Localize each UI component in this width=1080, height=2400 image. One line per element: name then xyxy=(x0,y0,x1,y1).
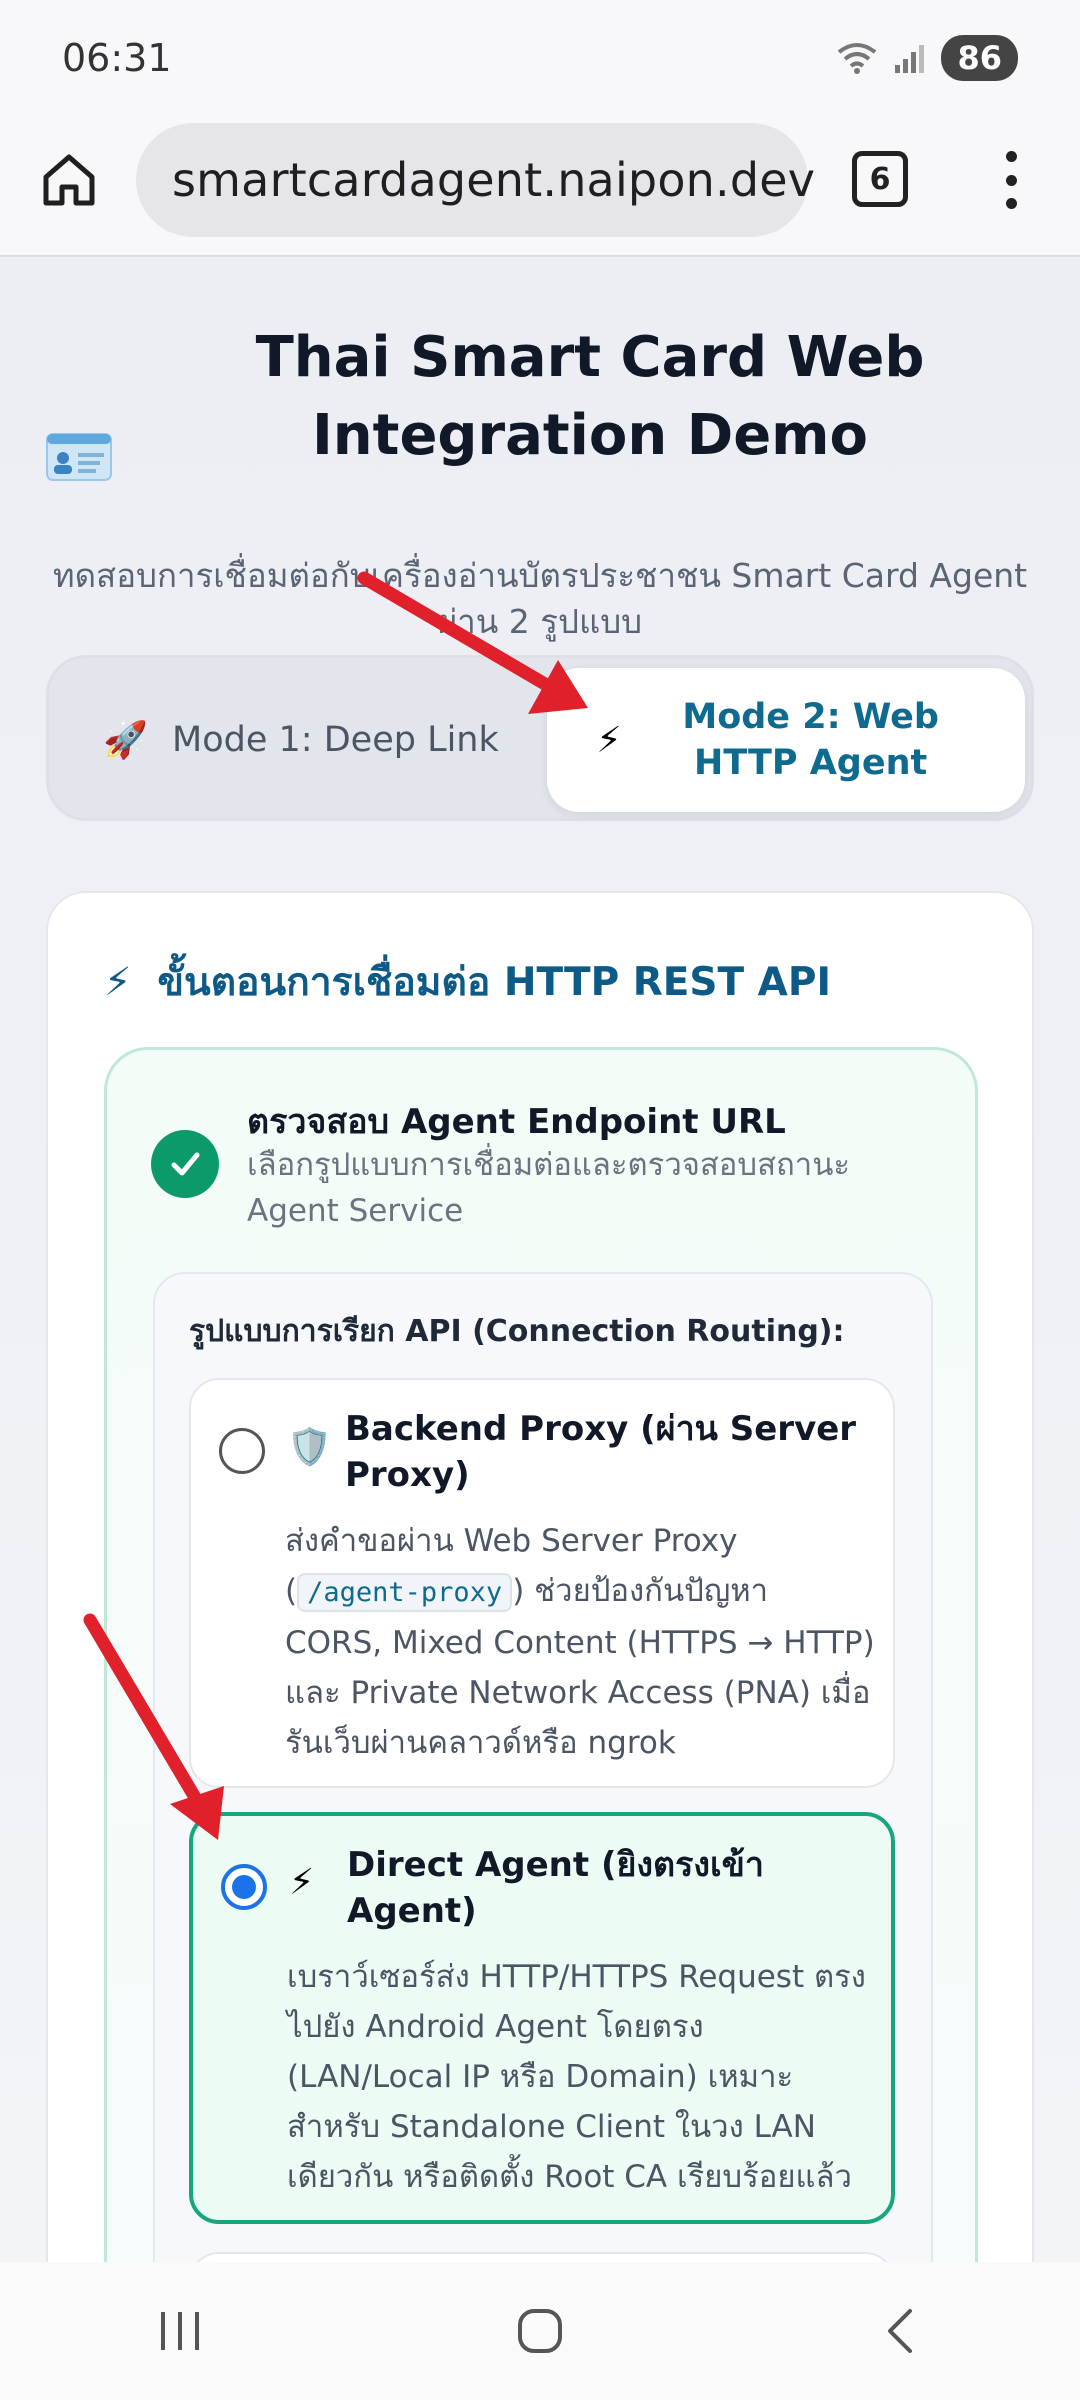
code-chip: /agent-proxy xyxy=(297,1573,513,1612)
more-menu-button[interactable] xyxy=(990,145,1032,215)
lightning-icon: ⚡ xyxy=(104,959,132,1005)
step-description: เลือกรูปแบบการเชื่อมต่อและตรวจสอบสถานะ A… xyxy=(247,1147,851,1229)
page-title: Thai Smart Card Web Integration Demo xyxy=(255,325,925,468)
option-backend-proxy[interactable]: 🛡️ Backend Proxy (ผ่าน Server Proxy) ส่ง… xyxy=(189,1378,895,1788)
status-bar: 06:31 86 xyxy=(0,0,1080,115)
status-time: 06:31 xyxy=(62,35,172,80)
browser-toolbar: smartcardagent.naipon.dev 6 xyxy=(0,115,1080,257)
dot-icon xyxy=(1005,151,1017,162)
option-description: เบราว์เซอร์ส่ง HTTP/HTTPS Request ตรงไปย… xyxy=(287,1959,866,2195)
option-next-partial[interactable] xyxy=(189,2252,895,2262)
option-title: Direct Agent (ยิงตรงเข้า Agent) xyxy=(347,1845,764,1931)
page-subtitle: ทดสอบการเชื่อมต่อกับเครื่องอ่านบัตรประชา… xyxy=(52,556,1028,641)
mode-tabs: 🚀 Mode 1: Deep Link ⚡ Mode 2: Web HTTP A… xyxy=(46,655,1034,821)
recent-apps-icon xyxy=(161,2312,199,2350)
card-heading: ⚡ ขั้นตอนการเชื่อมต่อ HTTP REST API xyxy=(104,951,831,1013)
option-description: ส่งคำขอผ่าน Web Server Proxy (/agent-pro… xyxy=(285,1516,875,1768)
system-navigation-bar xyxy=(0,2262,1080,2400)
radio-backend-proxy[interactable] xyxy=(219,1428,265,1474)
address-bar[interactable]: smartcardagent.naipon.dev xyxy=(136,123,815,237)
tab-switcher-button[interactable]: 6 xyxy=(852,151,908,207)
option-direct-agent[interactable]: ⚡ Direct Agent (ยิงตรงเข้า Agent) เบราว์… xyxy=(189,1812,895,2224)
dot-icon xyxy=(1005,198,1017,209)
home-circle-icon xyxy=(518,2309,562,2353)
rocket-icon: 🚀 xyxy=(103,720,149,761)
url-text: smartcardagent.naipon.dev xyxy=(172,153,816,207)
status-icons: 86 xyxy=(835,34,1018,81)
home-nav-button[interactable] xyxy=(490,2301,590,2361)
routing-label: รูปแบบการเรียก API (Connection Routing): xyxy=(189,1314,845,1349)
routing-options: รูปแบบการเรียก API (Connection Routing):… xyxy=(153,1272,933,2262)
tab-label: Mode 2: Web HTTP Agent xyxy=(682,697,939,783)
card-heading-text: ขั้นตอนการเชื่อมต่อ HTTP REST API xyxy=(157,960,831,1005)
step-title: ตรวจสอบ Agent Endpoint URL xyxy=(247,1102,786,1142)
check-icon xyxy=(151,1130,219,1198)
tab-mode-1-deep-link[interactable]: 🚀 Mode 1: Deep Link xyxy=(61,668,541,812)
id-card-icon xyxy=(46,433,112,481)
lightning-icon: ⚡ xyxy=(596,719,622,761)
option-title: Backend Proxy (ผ่าน Server Proxy) xyxy=(345,1409,857,1495)
web-page: Thai Smart Card Web Integration Demo ทดส… xyxy=(0,259,1080,2262)
radio-direct-agent[interactable] xyxy=(221,1864,267,1910)
tab-label: Mode 1: Deep Link xyxy=(172,720,499,760)
step-verify-endpoint: ตรวจสอบ Agent Endpoint URL เลือกรูปแบบกา… xyxy=(104,1047,978,2262)
home-button[interactable] xyxy=(38,149,100,211)
recent-apps-button[interactable] xyxy=(130,2301,230,2361)
wifi-icon xyxy=(838,42,877,74)
signal-icon xyxy=(895,44,925,73)
back-button[interactable] xyxy=(850,2301,950,2361)
dot-icon xyxy=(1005,174,1017,186)
connection-steps-card: ⚡ ขั้นตอนการเชื่อมต่อ HTTP REST API ตรวจ… xyxy=(46,891,1034,2262)
shield-icon: 🛡️ xyxy=(287,1427,332,1468)
home-icon xyxy=(43,154,95,206)
tab-mode-2-web-http-agent[interactable]: ⚡ Mode 2: Web HTTP Agent xyxy=(547,668,1025,812)
back-chevron-icon xyxy=(888,2309,912,2353)
lightning-icon: ⚡ xyxy=(289,1862,315,1903)
battery-indicator: 86 xyxy=(941,34,1018,81)
